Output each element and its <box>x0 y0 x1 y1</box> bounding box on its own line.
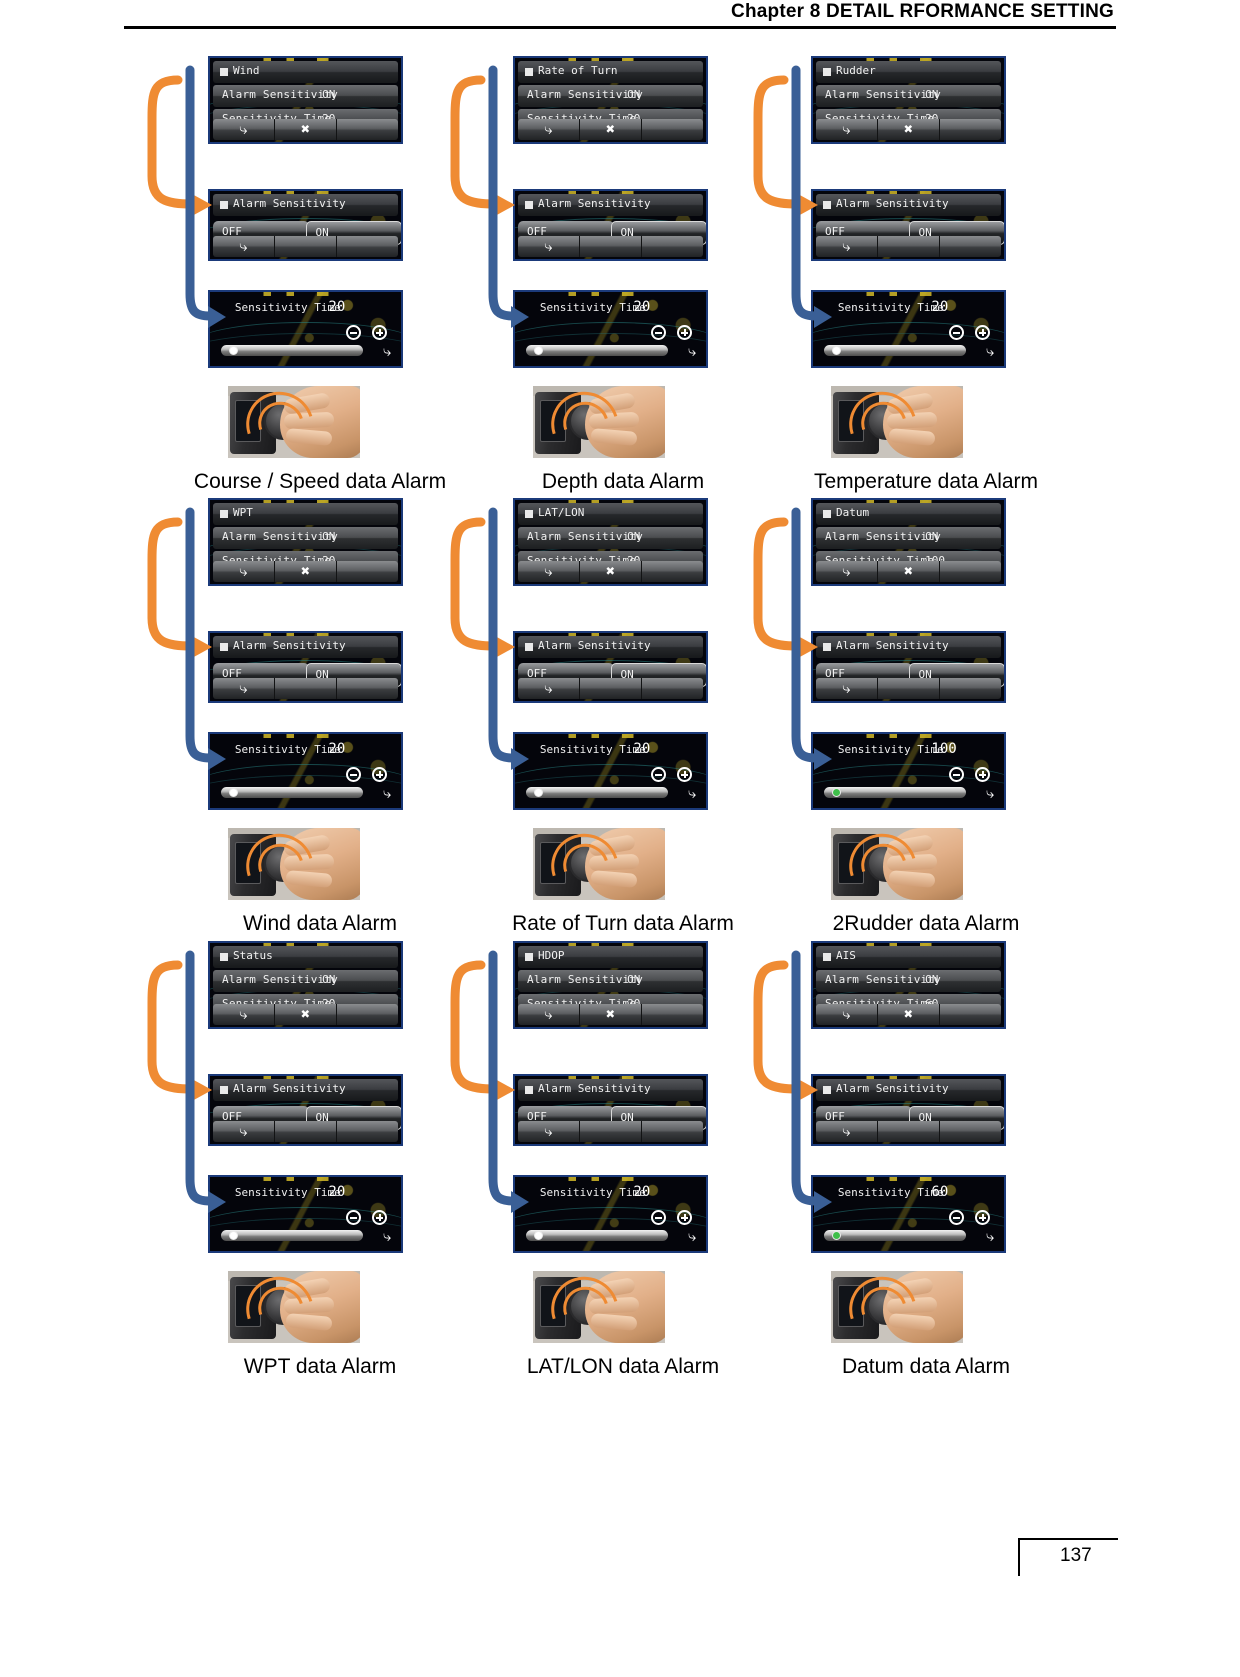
knob-operation-photo <box>831 386 963 458</box>
page-header: Chapter 8 DETAIL RFORMANCE SETTING <box>0 0 1240 34</box>
alarm-cell-temperature: Rudder Alarm Sensitivity ON Sensitivity … <box>726 48 1126 508</box>
knob-operation-photo <box>228 1271 360 1343</box>
knob-operation-photo <box>831 1271 963 1343</box>
knob-operation-photo <box>533 828 665 900</box>
alarm-cell-rudder: Datum Alarm Sensitivity ON Sensitivity T… <box>726 490 1126 950</box>
knob-operation-photo <box>228 386 360 458</box>
knob-operation-photo <box>228 828 360 900</box>
cell-caption: Datum data Alarm <box>841 1355 1011 1378</box>
page-number: 137 <box>1060 1545 1092 1566</box>
header-title: Chapter 8 DETAIL RFORMANCE SETTING <box>731 1 1114 22</box>
alarm-cell-datum: AIS Alarm Sensitivity ON Sensitivity Tim… <box>726 933 1126 1393</box>
knob-operation-photo <box>533 386 665 458</box>
knob-operation-photo <box>533 1271 665 1343</box>
header-rule <box>124 26 1116 29</box>
knob-operation-photo <box>831 828 963 900</box>
